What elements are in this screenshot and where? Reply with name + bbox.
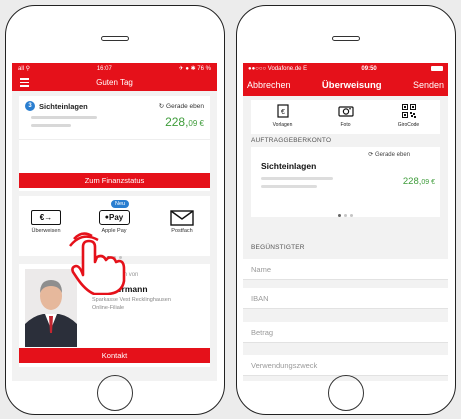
status-bar: all ⚲ 16:07 ✈ ● ✱ 76 % [12, 63, 217, 74]
mail-icon [157, 209, 207, 226]
header-title: Überweisung [321, 79, 382, 91]
action-templates[interactable]: € Vorlagen [251, 100, 314, 134]
carrier-signal: ●●○○○ Vodafone.de E [248, 65, 308, 72]
status-time: 09:50 [361, 65, 377, 72]
app-header: Abbrechen Überweisung Senden [243, 74, 448, 96]
transfer-icon: € → [31, 210, 61, 225]
action-label: Foto [340, 122, 351, 128]
quick-action-label: Überweisen [31, 228, 61, 234]
amount-field[interactable]: Betrag [243, 322, 448, 343]
action-girocode[interactable]: GiroCode [377, 100, 440, 134]
carrier-signal: all ⚲ [18, 66, 31, 72]
account-count-badge: 3 [25, 101, 35, 111]
apple-pay-icon: ● Pay [98, 210, 130, 225]
status-time: 16:07 [96, 65, 112, 72]
screen-transfer: ●●○○○ Vodafone.de E 09:50 Abbrechen Über… [243, 63, 448, 381]
blurred-owner [261, 185, 317, 188]
hamburger-menu-icon[interactable] [20, 78, 29, 87]
action-photo[interactable]: Foto [314, 100, 377, 134]
header-title: Guten Tag [96, 78, 133, 87]
quick-action-mail[interactable]: Postfach [157, 209, 207, 234]
phone-frame-right: ●●○○○ Vodafone.de E 09:50 Abbrechen Über… [236, 5, 456, 415]
cancel-button[interactable]: Abbrechen [247, 80, 291, 90]
transfer-actions: € Vorlagen Foto GiroCode [251, 100, 440, 134]
camera-icon [314, 104, 377, 118]
tap-hand-icon [69, 232, 126, 295]
page-indicator[interactable] [251, 204, 440, 222]
blurred-owner [31, 124, 71, 127]
screen-home: all ⚲ 16:07 ✈ ● ✱ 76 % Guten Tag 3 Sicht… [12, 63, 217, 381]
divider [19, 139, 210, 140]
qr-code-icon [377, 104, 440, 118]
account-balance: 228,09 € [402, 176, 435, 187]
speaker-grille [101, 36, 129, 41]
recipient-name-field[interactable]: Name [243, 259, 448, 280]
finanzstatus-button[interactable]: Zum Finanzstatus [19, 173, 210, 188]
action-label: GiroCode [397, 122, 420, 128]
speaker-grille [332, 36, 360, 41]
quick-action-transfer[interactable]: € → Überweisen [21, 210, 71, 234]
section-label-recipient: BEGÜNSTIGTER [251, 244, 305, 251]
account-name: Sichteinlagen [39, 101, 88, 111]
refresh-icon: ⟳ [368, 152, 375, 158]
action-label: Vorlagen [272, 122, 293, 128]
blurred-iban [31, 116, 97, 119]
send-button[interactable]: Senden [413, 80, 444, 90]
template-icon: € [251, 104, 314, 118]
advisor-branch: Sparkasse Vest Recklinghausen Online-Fili… [92, 297, 171, 311]
iban-field[interactable]: IBAN [243, 288, 448, 309]
purpose-field[interactable]: Verwendungszweck [243, 355, 448, 376]
blurred-iban [261, 177, 333, 180]
section-label-orderer: AUFTRAGGEBERKONTO [251, 137, 332, 144]
battery-icon [431, 66, 443, 71]
app-header: Guten Tag [12, 74, 217, 91]
account-balance: 228,09 € [165, 115, 204, 129]
refresh-status[interactable]: ⟳ Gerade eben [368, 151, 410, 158]
status-bar: ●●○○○ Vodafone.de E 09:50 [243, 63, 448, 74]
orderer-account-card[interactable]: ⟳ Gerade eben Sichteinlagen 228,09 € [251, 147, 440, 217]
account-name: Sichteinlagen [261, 161, 317, 171]
svg-text:€: € [281, 109, 285, 116]
refresh-status[interactable]: ↻ Gerade eben [159, 102, 204, 110]
refresh-icon: ↻ [158, 103, 167, 110]
new-badge: Neu [111, 200, 130, 208]
home-button[interactable] [328, 375, 364, 411]
battery-indicator: ✈ ● ✱ 76 % [178, 66, 211, 72]
kontakt-button[interactable]: Kontakt [19, 348, 210, 363]
phone-frame-left: all ⚲ 16:07 ✈ ● ✱ 76 % Guten Tag 3 Sicht… [5, 5, 225, 415]
quick-action-label: Postfach [171, 228, 193, 234]
home-button[interactable] [97, 375, 133, 411]
